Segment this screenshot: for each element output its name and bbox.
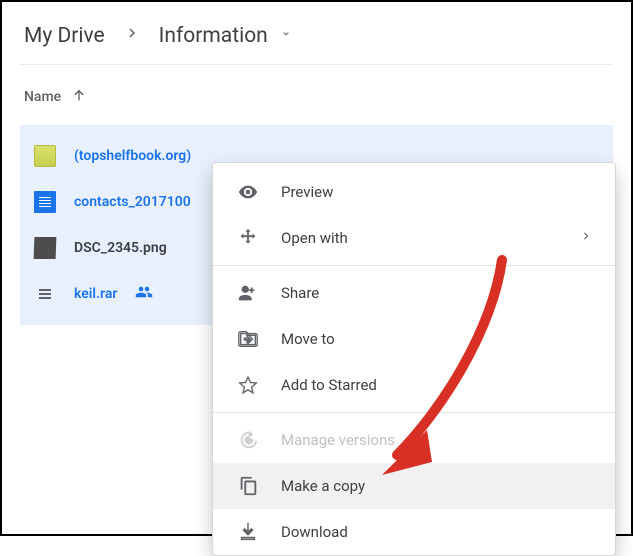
breadcrumb-folder[interactable]: Information [159, 24, 294, 48]
menu-preview[interactable]: Preview [213, 163, 615, 215]
folder-move-icon [237, 328, 259, 350]
file-label: DSC_2345.png [74, 240, 167, 256]
menu-share[interactable]: Share [213, 270, 615, 316]
menu-manage-versions: Manage versions [213, 417, 615, 463]
separator [213, 265, 615, 266]
chevron-right-icon [123, 24, 141, 48]
copy-icon [237, 475, 259, 497]
menu-item-label: Make a copy [281, 477, 593, 495]
star-icon [237, 374, 259, 396]
arrow-up-icon [71, 87, 87, 107]
menu-add-starred[interactable]: Add to Starred [213, 362, 615, 408]
eye-icon [237, 181, 259, 203]
separator [213, 412, 615, 413]
breadcrumb: My Drive Information [20, 10, 613, 65]
menu-item-label: Move to [281, 330, 593, 348]
document-icon [34, 191, 56, 213]
column-header-name[interactable]: Name [20, 65, 613, 121]
menu-move-to[interactable]: Move to [213, 316, 615, 362]
menu-open-with[interactable]: Open with [213, 215, 615, 261]
file-label: keil.rar [74, 286, 117, 302]
chevron-right-icon [579, 229, 593, 247]
move-icon [237, 227, 259, 249]
shared-icon [135, 283, 153, 305]
menu-make-copy[interactable]: Make a copy [213, 463, 615, 509]
menu-item-label: Preview [281, 183, 593, 201]
column-header-label: Name [24, 89, 61, 105]
breadcrumb-root[interactable]: My Drive [24, 24, 105, 48]
menu-download[interactable]: Download [213, 509, 615, 555]
file-label: (topshelfbook.org) [74, 148, 191, 164]
breadcrumb-root-label: My Drive [24, 24, 105, 48]
archive-icon [34, 145, 56, 167]
menu-item-label: Manage versions [281, 431, 593, 449]
menu-item-label: Add to Starred [281, 376, 593, 394]
menu-item-label: Download [281, 523, 593, 541]
menu-item-label: Open with [281, 229, 557, 247]
image-icon [34, 237, 57, 259]
caret-down-icon [278, 24, 294, 48]
context-menu: Preview Open with Share Move to Add to S… [212, 162, 616, 556]
person-add-icon [237, 282, 259, 304]
file-label: contacts_2017100 [74, 194, 191, 210]
breadcrumb-folder-label: Information [159, 24, 268, 48]
archive-icon [34, 283, 56, 305]
history-icon [237, 429, 259, 451]
download-icon [237, 521, 259, 543]
menu-item-label: Share [281, 284, 593, 302]
